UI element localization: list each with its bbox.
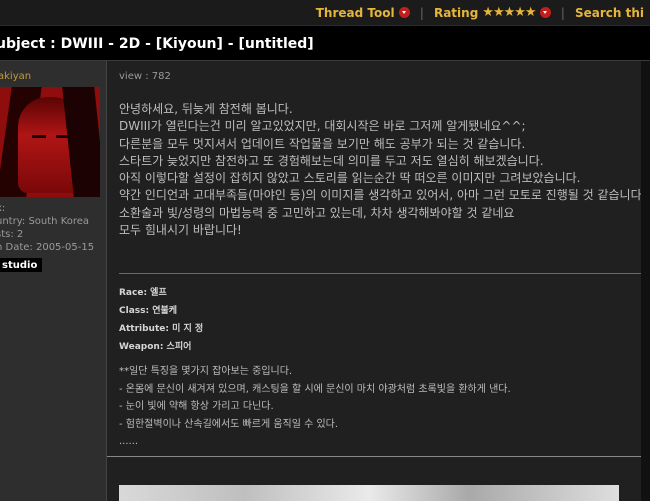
attribute-field: Attribute: 미 지 정 (119, 324, 204, 334)
thread-subject: ubject : DWIII - 2D - [Kiyoun] - [untitl… (0, 34, 650, 56)
page-scrollbar[interactable] (641, 61, 650, 501)
user-join-date: n Date: 2005-05-15 (0, 242, 95, 253)
feature-notes: **일단 특징을 몇가지 잡아보는 중입니다. - 온몸에 문신이 새겨져 있으… (119, 363, 650, 451)
rating-stars: ★★★★★ (482, 5, 537, 20)
user-country: untry: South Korea (0, 216, 90, 227)
post-line: 약간 인디언과 고대부족들(마야인 등)의 이미지를 생각하고 있어서, 아마 … (119, 188, 646, 203)
note-line: ...... (119, 436, 139, 447)
thread-tool-label: Thread Tool (315, 5, 395, 20)
search-thread-menu[interactable]: Search thi (575, 6, 644, 20)
weapon-field: Weapon: 스피어 (119, 342, 192, 352)
attached-artwork-image[interactable] (119, 485, 619, 501)
thread-toolbar: Thread Tool | Rating ★★★★★ | Search thi (0, 0, 650, 26)
star-icon: ★ (492, 5, 505, 20)
avatar (0, 87, 100, 197)
rating-label: Rating (433, 5, 479, 20)
star-icon: ★ (524, 5, 537, 20)
class-field: Class: 연불케 (119, 306, 178, 316)
post-line: 안녕하세요, 뒤늦게 참전해 봅니다. (119, 102, 293, 116)
section-divider (119, 273, 650, 274)
view-count: view : 782 (119, 71, 171, 82)
toolbar-divider: | (419, 5, 424, 20)
chevron-down-icon (398, 7, 410, 18)
post-container: akiyan x: untry: South Korea sts: 2 n Da… (0, 60, 650, 501)
star-icon: ★ (482, 5, 494, 20)
user-panel: akiyan x: untry: South Korea sts: 2 n Da… (0, 61, 107, 501)
note-line: - 험한절벽이나 산속길에서도 빠르게 움직일 수 있다. (119, 418, 339, 430)
username-link[interactable]: akiyan (0, 71, 31, 82)
post-line: 아직 이렇다할 설정이 잡히지 않았고 스토리를 읽는순간 딱 떠오른 이미지만… (119, 171, 581, 186)
star-icon: ★ (514, 5, 526, 20)
search-thread-label: Search thi (574, 5, 644, 20)
chevron-down-icon (539, 7, 551, 18)
rating-menu[interactable]: Rating ★★★★★ (434, 5, 551, 20)
studio-badge: studio (0, 258, 42, 272)
race-field: Race: 엘프 (119, 288, 167, 298)
note-line: - 눈이 빛에 약해 항상 가리고 다닌다. (119, 401, 274, 412)
post-text: 안녕하세요, 뒤늦게 참전해 봅니다. DWIII가 열린다는건 미리 알고있었… (119, 101, 650, 239)
note-line: **일단 특징을 몇가지 잡아보는 중입니다. (119, 366, 293, 377)
post-line: 스타트가 늦었지만 참전하고 또 경험해보는데 의미를 두고 저도 열심히 해보… (119, 153, 544, 168)
user-posts: sts: 2 (0, 229, 24, 240)
subject-title: ubject : DWIII - 2D - [Kiyoun] - [untitl… (0, 36, 314, 52)
star-icon: ★ (503, 5, 516, 20)
post-line: 소환술과 빛/성령의 마법능력 중 고민하고 있는데, 차차 생각해봐야할 것 … (119, 205, 515, 220)
note-line: - 온몸에 문신이 새겨져 있으며, 캐스팅을 할 시에 문신이 마치 야광처럼… (119, 383, 511, 395)
content-divider (107, 456, 650, 457)
user-rank: x: (0, 203, 6, 214)
toolbar-divider: | (560, 5, 565, 20)
post-line: DWIII가 열린다는건 미리 알고있었지만, 대회시작은 바로 그저께 알게됐… (119, 119, 526, 134)
post-line: 모두 힘내시기 바랍니다! (119, 223, 242, 238)
thread-tool-menu[interactable]: Thread Tool (316, 6, 410, 20)
post-body: view : 782 안녕하세요, 뒤늦게 참전해 봅니다. DWIII가 열린… (107, 61, 650, 501)
post-line: 다른분을 모두 멋지셔서 업데이트 작업물을 보기만 해도 공부가 되는 것 같… (119, 136, 526, 151)
